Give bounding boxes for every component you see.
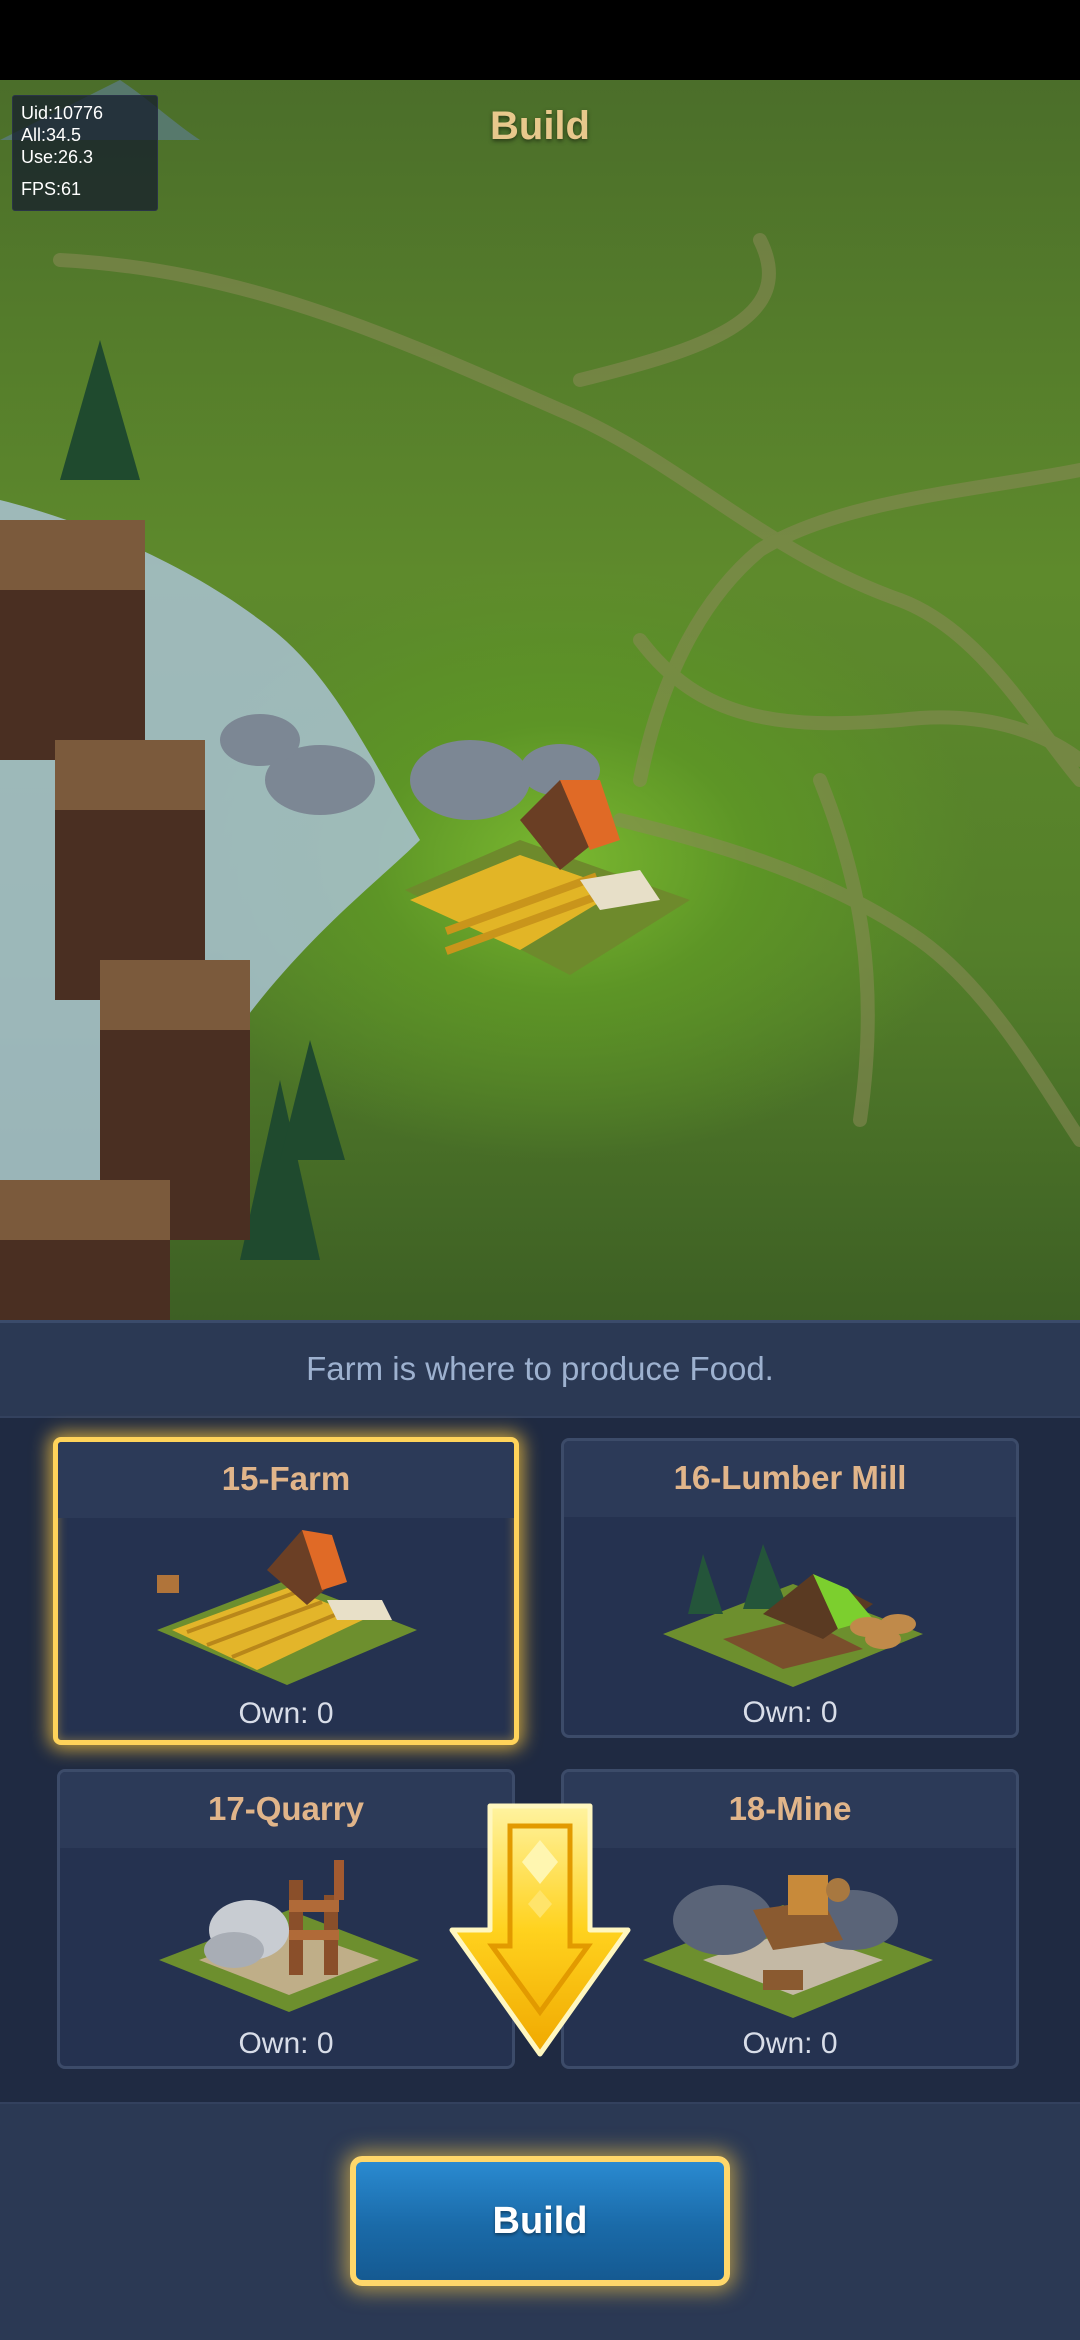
debug-all: All:34.5 xyxy=(21,125,82,145)
mine-icon xyxy=(643,1875,933,2018)
tutorial-arrow-icon xyxy=(449,1803,631,2057)
debug-fps: FPS:61 xyxy=(21,179,82,199)
farm-icon xyxy=(157,1530,417,1685)
debug-uid: Uid:10776 xyxy=(21,103,104,123)
debug-use: Use:26.3 xyxy=(21,147,94,167)
quarry-icon xyxy=(159,1860,419,2012)
building-own-count: Own: 0 xyxy=(238,2027,334,2060)
game-map[interactable] xyxy=(0,80,1080,1320)
building-description: Farm is where to produce Food. xyxy=(306,1350,774,1387)
building-own-count: Own: 0 xyxy=(742,1696,838,1729)
building-name: 15-Farm xyxy=(221,1460,351,1497)
building-card-quarry[interactable]: 17-Quarry Own: 0 xyxy=(57,1769,515,2069)
building-name: 16-Lumber Mill xyxy=(673,1459,907,1496)
map-terrain xyxy=(0,80,1080,1320)
build-button[interactable]: Build xyxy=(350,2156,730,2286)
building-card-farm[interactable]: 15-Farm Own: 0 xyxy=(53,1437,519,1745)
lumber-mill-icon xyxy=(663,1544,923,1687)
screen-title: Build xyxy=(490,104,590,148)
building-card-lumber-mill[interactable]: 16-Lumber Mill Own: 0 xyxy=(561,1438,1019,1738)
building-name: 17-Quarry xyxy=(208,1790,364,1827)
build-button-label: Build xyxy=(492,2199,588,2242)
building-own-count: Own: 0 xyxy=(238,1697,334,1730)
status-bar xyxy=(0,0,1080,80)
debug-overlay: Uid:10776 All:34.5 Use:26.3 FPS:61 xyxy=(12,95,158,211)
